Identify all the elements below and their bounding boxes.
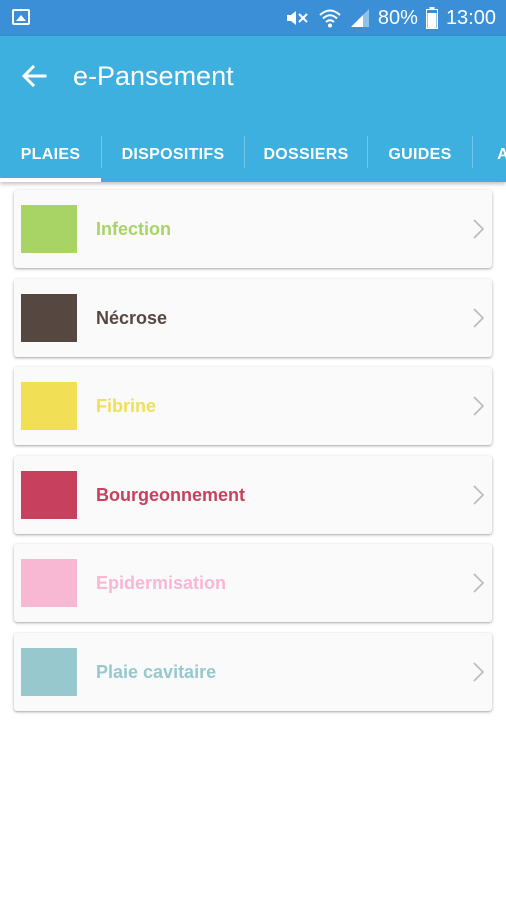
arrow-back-icon [21, 64, 47, 88]
color-swatch [21, 647, 77, 696]
mute-icon [286, 11, 308, 25]
list-item-label: Nécrose [96, 307, 168, 328]
list-item[interactable]: Nécrose [14, 278, 492, 357]
wound-type-list: Infection Nécrose Fibrine Bourgeonnement… [14, 190, 492, 721]
list-item[interactable]: Bourgeonnement [14, 455, 492, 534]
app-bar: e-Pansement PLAIES DISPOSITIFS DOSSIERS … [0, 36, 506, 182]
list-item-label: Plaie cavitaire [96, 661, 217, 682]
tab-bar: PLAIES DISPOSITIFS DOSSIERS GUIDES A [0, 128, 506, 182]
list-item[interactable]: Infection [14, 190, 492, 268]
gallery-icon [12, 9, 30, 25]
page-title: e-Pansement [73, 61, 234, 91]
tab-indicator [0, 178, 101, 182]
signal-icon [350, 9, 369, 27]
status-bar: 80% 13:00 [0, 0, 506, 36]
list-item-label: Epidermisation [96, 573, 227, 593]
color-swatch [21, 559, 77, 607]
back-button[interactable] [16, 58, 52, 94]
list-item[interactable]: Fibrine [14, 367, 492, 445]
chevron-right-icon [473, 396, 484, 416]
tab-plaies[interactable]: PLAIES [0, 128, 101, 182]
color-swatch [21, 382, 77, 430]
list-item[interactable]: Plaie cavitaire [14, 632, 492, 711]
color-swatch [21, 293, 77, 342]
battery-icon [425, 7, 438, 29]
battery-percent: 80% [377, 6, 418, 29]
list-item[interactable]: Epidermisation [14, 544, 492, 622]
tab-guides[interactable]: GUIDES [368, 128, 472, 182]
chevron-right-icon [473, 219, 484, 239]
chevron-right-icon [473, 573, 484, 593]
color-swatch [21, 470, 77, 519]
chevron-right-icon [473, 484, 484, 505]
wifi-icon [319, 9, 341, 28]
clock: 13:00 [445, 6, 496, 29]
tab-dossiers[interactable]: DOSSIERS [245, 128, 367, 182]
chevron-right-icon [473, 307, 484, 328]
tab-a[interactable]: A [473, 128, 506, 182]
color-swatch [21, 205, 77, 253]
list-item-label: Bourgeonnement [96, 484, 246, 505]
list-item-label: Infection [96, 219, 171, 239]
list-item-label: Fibrine [96, 396, 157, 416]
tab-dispositifs[interactable]: DISPOSITIFS [102, 128, 244, 182]
chevron-right-icon [473, 661, 484, 682]
